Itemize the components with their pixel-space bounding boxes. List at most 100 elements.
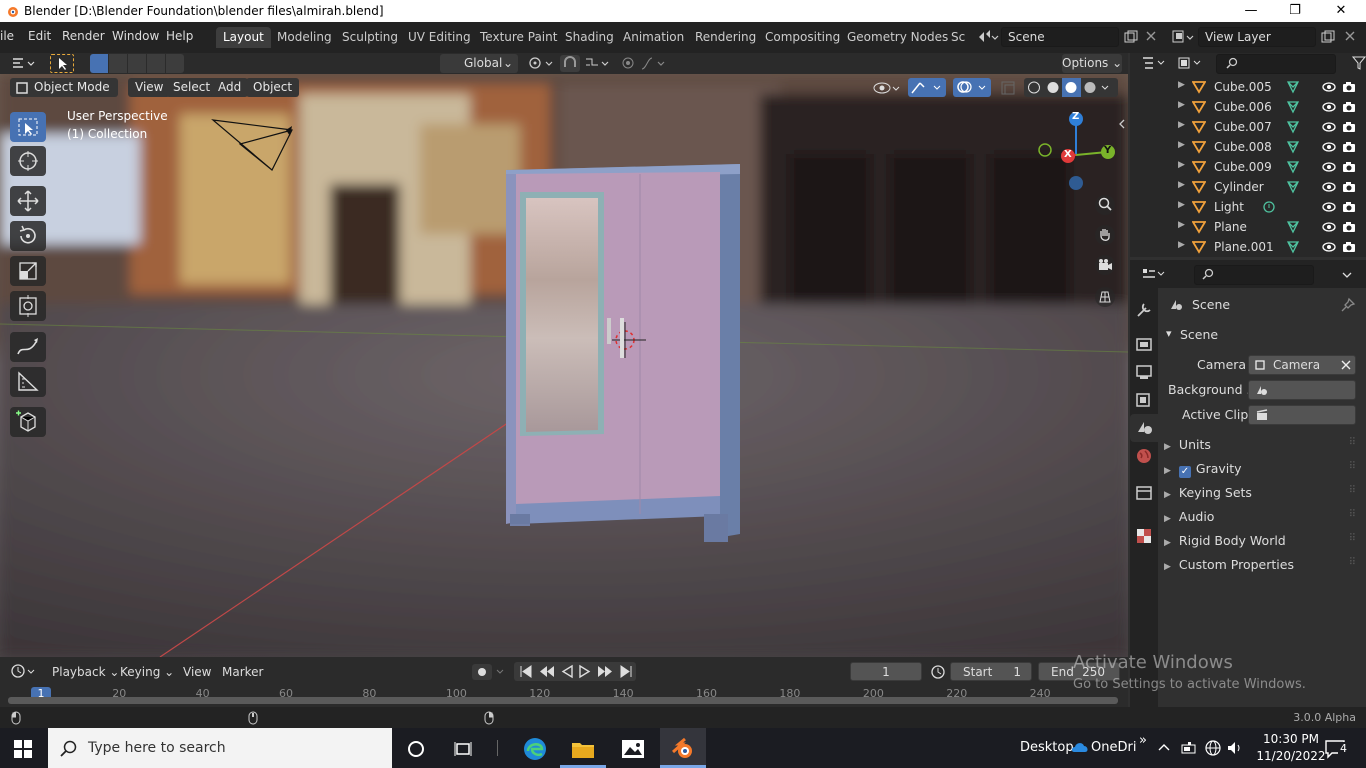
tab-sculpting[interactable]: Sculpting — [335, 27, 405, 48]
scene-panel-expand-icon[interactable]: ▾ — [1166, 327, 1172, 340]
view-layer-selector-icon[interactable] — [1170, 28, 1196, 46]
drag-handle-icon[interactable]: ⠿ — [1349, 533, 1356, 544]
start-frame-field[interactable]: Start 1 — [950, 662, 1032, 681]
display-mode-icon[interactable] — [1176, 55, 1206, 71]
menu-help[interactable]: Help — [166, 29, 193, 43]
editor-type-icon[interactable] — [10, 55, 40, 72]
render-tab-icon[interactable] — [1132, 332, 1156, 356]
tab-compositing[interactable]: Compositing — [758, 27, 847, 48]
outliner-search-input[interactable] — [1216, 54, 1336, 74]
tab-layout[interactable]: Layout — [216, 27, 271, 48]
annotate-tool-icon[interactable] — [10, 332, 46, 362]
maximize-button[interactable]: ❐ — [1272, 0, 1318, 22]
gravity-checkbox[interactable]: ✓ — [1178, 466, 1191, 478]
select-box-tool-icon[interactable] — [50, 54, 74, 73]
drag-handle-icon[interactable]: ⠿ — [1349, 557, 1356, 568]
output-tab-icon[interactable] — [1132, 360, 1156, 384]
eye-icon[interactable] — [1322, 240, 1336, 254]
timeline-view-menu[interactable]: View — [183, 665, 211, 679]
expand-arrow-icon[interactable]: ▶ — [1178, 100, 1185, 110]
jump-keyframe-back-icon[interactable] — [538, 664, 556, 679]
taskbar-date[interactable]: 11/20/2022 — [1254, 749, 1328, 763]
collection-tab-icon[interactable] — [1132, 480, 1156, 504]
camera-view-icon[interactable] — [1094, 254, 1116, 276]
tool-tab-icon[interactable] — [1132, 298, 1156, 322]
remove-view-layer-icon[interactable] — [1343, 29, 1357, 43]
zoom-icon[interactable] — [1094, 194, 1116, 216]
drag-handle-icon[interactable]: ⠿ — [1349, 509, 1356, 520]
outliner-row[interactable]: ▶ Cube.006 — [1130, 97, 1366, 117]
menu-render[interactable]: Render — [62, 29, 105, 43]
volume-icon[interactable] — [1226, 739, 1244, 757]
camera-render-icon[interactable] — [1342, 120, 1356, 134]
jump-to-start-icon[interactable] — [518, 664, 534, 679]
object-menu[interactable]: Object — [246, 78, 300, 97]
new-scene-icon[interactable] — [1123, 29, 1139, 45]
outliner-row[interactable]: ▶ Cube.007 — [1130, 117, 1366, 137]
camera-render-icon[interactable] — [1342, 180, 1356, 194]
mode-difference-icon[interactable] — [147, 54, 165, 73]
pivot-point-icon[interactable] — [526, 55, 556, 72]
expand-arrow-icon[interactable]: ▶ — [1178, 220, 1185, 230]
desktop-toolbar[interactable]: Desktop — [1020, 740, 1074, 755]
outliner-row[interactable]: ▶ Plane — [1130, 217, 1366, 237]
new-view-layer-icon[interactable] — [1320, 29, 1336, 45]
xray-toggle-icon[interactable] — [1000, 80, 1016, 96]
eye-icon[interactable] — [1322, 160, 1336, 174]
perspective-toggle-icon[interactable] — [1094, 286, 1116, 308]
visibility-selectability-icon[interactable] — [872, 79, 902, 97]
properties-editor-type-icon[interactable] — [1140, 266, 1170, 282]
view-layer-field[interactable]: View Layer — [1198, 27, 1316, 47]
camera-render-icon[interactable] — [1342, 160, 1356, 174]
active-clip-field[interactable] — [1248, 405, 1356, 425]
outliner-row[interactable]: ▶ Plane.001 — [1130, 237, 1366, 257]
world-tab-icon[interactable] — [1132, 444, 1156, 468]
eye-icon[interactable] — [1322, 120, 1336, 134]
onedrive-icon[interactable] — [1071, 741, 1089, 753]
properties-options-icon[interactable] — [1340, 268, 1354, 282]
keying-menu[interactable]: Keying ⌄ — [120, 665, 174, 679]
drag-handle-icon[interactable]: ⠿ — [1349, 437, 1356, 448]
play-icon[interactable] — [578, 664, 592, 679]
view-layer-tab-icon[interactable] — [1132, 388, 1156, 412]
eye-icon[interactable] — [1322, 200, 1336, 214]
expand-arrow-icon[interactable]: ▶ — [1178, 120, 1185, 130]
show-hidden-icons-chevron[interactable] — [1157, 742, 1171, 752]
outliner-row[interactable]: ▶ Cube.005 — [1130, 77, 1366, 97]
properties-search-input[interactable] — [1194, 265, 1314, 285]
eye-icon[interactable] — [1322, 220, 1336, 234]
onedrive-label[interactable]: OneDriv — [1091, 740, 1137, 755]
timeline-scrollbar[interactable] — [8, 697, 1118, 704]
file-explorer-icon[interactable] — [570, 736, 596, 762]
overlays-toggle-icon[interactable] — [953, 78, 991, 97]
eye-icon[interactable] — [1322, 100, 1336, 114]
outliner-editor-type-icon[interactable] — [1140, 55, 1170, 71]
play-reverse-icon[interactable] — [560, 664, 574, 679]
current-frame-field[interactable]: 1 — [850, 662, 922, 681]
measure-tool-icon[interactable] — [10, 367, 46, 397]
tab-shading[interactable]: Shading — [558, 27, 621, 48]
section-custom-properties[interactable]: ▶ Custom Properties ⠿ — [1164, 557, 1360, 572]
expand-arrow-icon[interactable]: ▶ — [1178, 200, 1185, 210]
camera-render-icon[interactable] — [1342, 200, 1356, 214]
taskbar-time[interactable]: 10:30 PM — [1258, 732, 1324, 746]
edge-browser-icon[interactable] — [522, 736, 548, 762]
taskbar-search-box[interactable]: Type here to search — [48, 728, 392, 768]
rotate-tool-icon[interactable] — [10, 221, 46, 251]
menu-window[interactable]: Window — [112, 29, 159, 43]
preview-range-clock-icon[interactable] — [930, 664, 946, 680]
eye-icon[interactable] — [1322, 80, 1336, 94]
tab-uv-editing[interactable]: UV Editing — [401, 27, 478, 48]
section-rigid-body-world[interactable]: ▶ Rigid Body World ⠿ — [1164, 533, 1360, 548]
task-view-icon[interactable] — [452, 738, 474, 760]
view-menu[interactable]: View — [128, 78, 171, 97]
eye-icon[interactable] — [1322, 140, 1336, 154]
navigation-gizmo[interactable]: Z Y X — [1034, 110, 1124, 200]
eye-icon[interactable] — [1322, 180, 1336, 194]
close-button[interactable]: ✕ — [1318, 0, 1364, 22]
scene-field[interactable]: Scene — [1001, 27, 1119, 47]
mode-subtract-icon[interactable] — [128, 54, 146, 73]
outliner-row[interactable]: ▶ Light — [1130, 197, 1366, 217]
drag-handle-icon[interactable]: ⠿ — [1349, 461, 1356, 472]
add-menu[interactable]: Add — [211, 78, 249, 97]
